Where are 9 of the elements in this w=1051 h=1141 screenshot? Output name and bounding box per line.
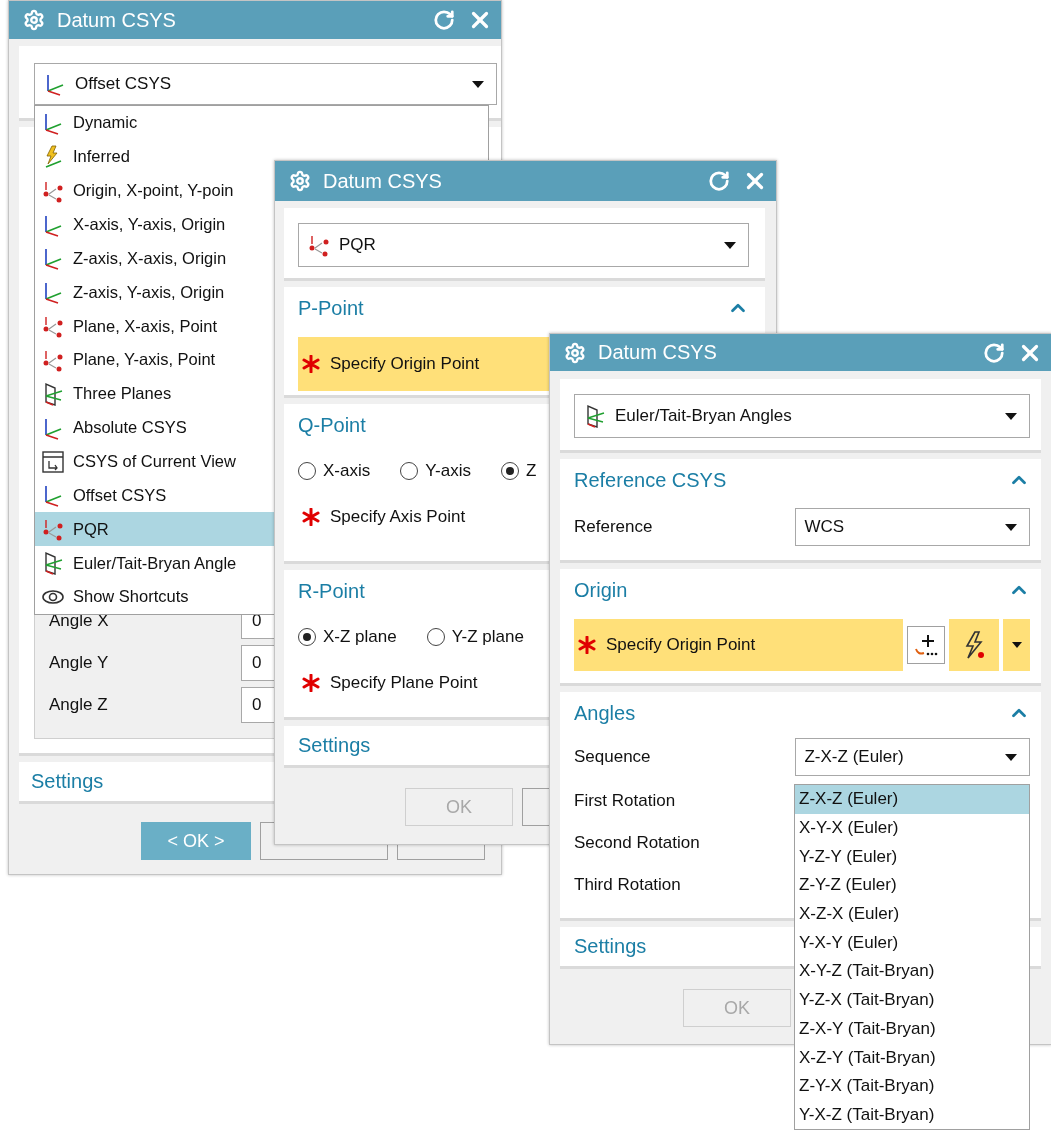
field-label: First Rotation — [574, 791, 676, 811]
field-label: Third Rotation — [574, 875, 681, 895]
window-title: Datum CSYS — [57, 8, 177, 32]
field-label: Second Rotation — [574, 833, 700, 853]
field-label: Reference — [574, 517, 654, 537]
angle-label: Angle Z — [49, 695, 109, 715]
field-label: Sequence — [574, 747, 652, 767]
window-title: Datum CSYS — [598, 341, 718, 364]
angle-label: Angle Y — [49, 653, 110, 673]
